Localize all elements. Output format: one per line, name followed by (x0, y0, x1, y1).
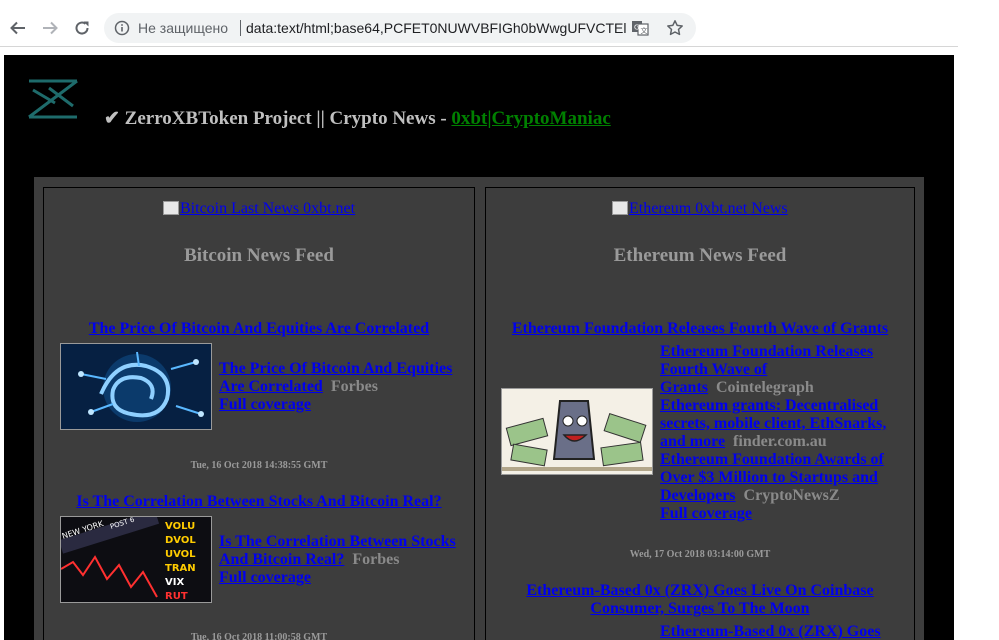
link-line: Over $3 Million to Startups and (660, 469, 878, 486)
bitcoin-news-column: Bitcoin Last News 0xbt.net Bitcoin News … (43, 187, 475, 640)
ethereum-story-2-headline[interactable]: Ethereum-Based 0x (ZRX) Goes Live On Coi… (486, 582, 914, 618)
link-line: Ethereum Foundation Releases (660, 343, 874, 360)
news-container: Bitcoin Last News 0xbt.net Bitcoin News … (34, 177, 924, 640)
back-arrow-icon (10, 21, 25, 35)
back-button[interactable] (6, 16, 30, 40)
info-icon[interactable] (114, 20, 130, 36)
ethereum-story-2-links: Ethereum-Based 0x (ZRX) Goes (660, 623, 910, 640)
forward-button[interactable] (38, 16, 62, 40)
bitcoin-story-1-image[interactable] (60, 343, 212, 430)
translate-icon[interactable]: G文 (631, 19, 649, 37)
bitcoin-story-1-date: Tue, 16 Oct 2018 14:38:55 GMT (190, 460, 328, 471)
ethereum-story-1-source-1: Cointelegraph (716, 379, 814, 396)
link-line: Grants (660, 379, 708, 396)
ethereum-news-column: Ethereum 0xbt.net News Ethereum News Fee… (485, 187, 915, 640)
link-line: Are Correlated (219, 378, 323, 395)
browser-toolbar: Не защищено data:text/html;base64,PCFET0… (0, 0, 999, 48)
ethereum-story-1-headline[interactable]: Ethereum Foundation Releases Fourth Wave… (486, 320, 914, 338)
bitcoin-story-2-links: Is The Correlation Between Stocks And Bit… (219, 533, 469, 587)
link-line: secrets, mobile client, EthSnarks, (660, 415, 887, 432)
ticker-word: TRAN (165, 563, 196, 574)
bitcoin-story-1-full-coverage[interactable]: Full coverage (219, 396, 311, 413)
link-line: Developers (660, 487, 736, 504)
bitcoin-banner-image[interactable]: Bitcoin Last News 0xbt.net (163, 200, 355, 218)
headline-line: Consumer, Surges To The Moon (590, 600, 810, 617)
forward-arrow-icon (43, 21, 58, 35)
ethereum-story-1-links: Ethereum Foundation Releases Fourth Wave … (660, 343, 910, 523)
svg-text:文: 文 (641, 26, 648, 35)
ethereum-story-1-source-2: finder.com.au (733, 433, 827, 450)
ethereum-story-1-source-3: CryptoNewsZ (743, 487, 840, 504)
bitcoin-story-2-full-coverage[interactable]: Full coverage (219, 569, 311, 586)
toolbar-divider (0, 46, 958, 47)
ethereum-banner-image[interactable]: Ethereum 0xbt.net News (612, 200, 788, 218)
ticker-word: DVOL (165, 535, 196, 546)
stock-ticker-photo: NEW YORK POST 6 VOLU DVOL UVOL TRAN VIX … (61, 517, 211, 602)
ethereum-feed-heading: Ethereum News Feed (613, 245, 787, 266)
link-line: and more (660, 433, 726, 450)
reload-icon (75, 21, 89, 35)
link-line: And Bitcoin Real? (219, 551, 345, 568)
zerroxb-logo (28, 79, 78, 119)
cryptomaniac-link[interactable]: 0xbt|CryptoManiac (451, 108, 610, 129)
page-body: ✔ ZerroXBToken Project || Crypto News - … (4, 55, 954, 640)
ethereum-cartoon-illustration (502, 389, 652, 474)
bitcoin-feed-heading: Bitcoin News Feed (184, 245, 334, 266)
link-line: Is The Correlation Between Stocks (219, 533, 456, 550)
star-icon[interactable] (666, 19, 684, 37)
reload-button[interactable] (70, 16, 94, 40)
security-status[interactable]: Не защищено (138, 20, 228, 36)
bitcoin-story-2-source: Forbes (352, 551, 400, 568)
site-title: ✔ ZerroXBToken Project || Crypto News - … (104, 107, 611, 130)
ethereum-banner-alt: Ethereum 0xbt.net News (629, 200, 788, 217)
bitcoin-story-1-links: The Price Of Bitcoin And Equities Are Cor… (219, 360, 469, 414)
broken-image-icon (612, 201, 628, 215)
bitcoin-story-2-headline[interactable]: Is The Correlation Between Stocks And Bi… (44, 493, 474, 511)
bitcoin-banner-alt: Bitcoin Last News 0xbt.net (180, 200, 356, 217)
ticker-word: VIX (165, 577, 184, 588)
link-line: The Price Of Bitcoin And Equities (219, 360, 453, 377)
bitcoin-story-2-date: Tue, 16 Oct 2018 11:00:58 GMT (190, 632, 328, 640)
address-bar[interactable]: Не защищено data:text/html;base64,PCFET0… (104, 13, 696, 43)
circuit-brain-illustration (61, 344, 211, 429)
bitcoin-story-1-source: Forbes (330, 378, 378, 395)
link-line: Ethereum grants: Decentralised (660, 397, 879, 414)
ethereum-story-1-full-coverage[interactable]: Full coverage (660, 505, 752, 522)
ethereum-story-1-date: Wed, 17 Oct 2018 03:14:00 GMT (629, 549, 771, 560)
link-line: Ethereum Foundation Awards of (660, 451, 884, 468)
ethereum-story-2-link[interactable]: Ethereum-Based 0x (ZRX) Goes (660, 623, 881, 640)
ticker-word: VOLU (165, 521, 195, 532)
broken-image-icon (163, 201, 179, 215)
svg-text:G: G (634, 24, 639, 32)
bitcoin-story-2-link[interactable]: Is The Correlation Between Stocks And Bit… (219, 533, 456, 568)
ticker-word: UVOL (165, 549, 196, 560)
site-title-text: ✔ ZerroXBToken Project || Crypto News - (104, 108, 452, 129)
headline-line: Ethereum-Based 0x (ZRX) Goes Live On Coi… (526, 582, 874, 599)
link-line: Fourth Wave of (660, 361, 768, 378)
omnibox-separator (240, 20, 241, 36)
ethereum-story-1-image[interactable] (501, 388, 653, 475)
ticker-word: RUT (165, 591, 188, 602)
bitcoin-story-2-image[interactable]: NEW YORK POST 6 VOLU DVOL UVOL TRAN VIX … (60, 516, 212, 603)
url-text[interactable]: data:text/html;base64,PCFET0NUWVBFIGh0bW… (246, 20, 626, 36)
bitcoin-story-1-headline[interactable]: The Price Of Bitcoin And Equities Are Co… (44, 320, 474, 338)
